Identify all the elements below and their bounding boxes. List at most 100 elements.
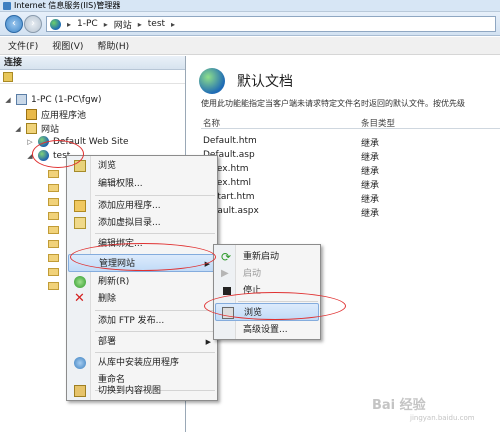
separator-arrow-icon: ▸ [171,19,176,29]
tree-item-label: Default Web Site [53,136,129,147]
tree-item-label: 1-PC (1-PC\fgw) [31,94,102,105]
menu-item-manage-website[interactable]: 管理网站 ▶ [68,254,217,272]
add-virtual-directory-icon [74,217,86,229]
page-title: 默认文档 [237,74,293,90]
website-globe-icon [38,136,49,147]
table-row[interactable]: Default.htm 继承 [201,136,500,150]
breadcrumb-item[interactable]: test [148,19,165,29]
entry-type: 继承 [361,167,380,177]
separator-arrow-icon: ▸ [137,19,142,29]
connections-header: 连接 [0,56,185,70]
menu-item-add-ftp[interactable]: 添加 FTP 发布... [68,312,217,330]
menu-item-browse[interactable]: 浏览 [68,157,217,175]
menu-item-install-from-gallery[interactable]: 从库中安装应用程序 [68,354,217,372]
folder-icon[interactable] [48,254,59,262]
submenu-arrow-icon: ▶ [204,260,210,268]
menu-item-delete[interactable]: ✕ 删除 [68,290,217,308]
separator-arrow-icon: ▸ [67,19,72,29]
entry-type: 继承 [361,139,380,149]
browse-icon [74,160,86,172]
delete-x-icon: ✕ [74,291,85,306]
entry-type: 继承 [361,195,380,205]
connect-icon[interactable] [3,72,13,82]
tree-item-default-web-site[interactable]: ▷ Default Web Site [26,136,129,147]
table-header: 名称 条目类型 [201,116,500,129]
restart-icon: ⟳ [221,250,232,264]
menu-item-edit-bindings[interactable]: 编辑绑定... [68,235,217,253]
forward-button[interactable]: › [24,15,42,33]
tree-item-app-pools[interactable]: 应用程序池 [14,108,86,121]
table-row[interactable]: default.aspx 继承 [201,206,500,220]
server-icon [16,94,27,105]
connections-toolbar [0,70,185,84]
tree-item-label: 应用程序池 [41,111,87,121]
separator-arrow-icon: ▸ [103,19,108,29]
menu-item-refresh[interactable]: 刷新(R) [68,273,217,291]
refresh-icon [74,276,86,288]
menu-view[interactable]: 视图(V) [52,39,83,52]
gallery-icon [74,357,86,369]
address-bar: ‹ › ▸ 1-PC ▸ 网站 ▸ test ▸ [0,12,500,36]
manage-website-submenu: ⟳ 重新启动 ▶ 启动 停止 浏览 高级设置... [213,244,321,340]
menu-item-add-virtual-directory[interactable]: 添加虚拟目录... [68,214,217,232]
table-row[interactable]: index.html 继承 [201,178,500,192]
window-titlebar: Internet 信息服务(IIS)管理器 [0,0,500,12]
tree-item-server[interactable]: ◢ 1-PC (1-PC\fgw) [4,94,102,105]
table-row[interactable]: Default.asp 继承 [201,150,500,164]
collapse-icon[interactable]: ◢ [26,152,34,160]
folder-icon[interactable] [48,240,59,248]
table-row[interactable]: iisstart.htm 继承 [201,192,500,206]
folder-icon[interactable] [48,282,59,290]
column-header-type[interactable]: 条目类型 [361,117,395,129]
sites-folder-icon [26,123,37,134]
iis-app-icon [3,2,11,10]
column-header-name[interactable]: 名称 [203,117,220,129]
entry-type: 继承 [361,181,380,191]
menu-item-content-view[interactable]: 切换到内容视图 [68,382,217,400]
folder-icon[interactable] [48,268,59,276]
submenu-item-advanced-settings[interactable]: 高级设置... [215,321,319,339]
stop-icon [223,287,231,295]
submenu-item-browse[interactable]: 浏览 [215,303,319,321]
back-button[interactable]: ‹ [5,15,23,33]
default-document-icon [199,68,225,94]
entry-type: 继承 [361,153,380,163]
folder-icon[interactable] [48,198,59,206]
menu-file[interactable]: 文件(F) [8,39,38,52]
tree-item-label: 网站 [41,125,60,135]
breadcrumb-item[interactable]: 1-PC [77,19,98,29]
start-play-icon: ▶ [221,268,229,279]
globe-icon [50,18,61,30]
menu-bar: 文件(F) 视图(V) 帮助(H) [0,37,500,55]
folder-icon[interactable] [48,226,59,234]
watermark-brand: Bai 经验 [372,398,426,413]
submenu-item-stop[interactable]: 停止 [215,282,319,300]
submenu-arrow-icon: ▶ [205,338,211,346]
app-pool-icon [26,109,37,120]
window-title: Internet 信息服务(IIS)管理器 [14,1,121,10]
menu-help[interactable]: 帮助(H) [97,39,129,52]
breadcrumb[interactable]: ▸ 1-PC ▸ 网站 ▸ test ▸ [46,16,496,32]
folder-icon[interactable] [48,212,59,220]
menu-item-edit-permissions[interactable]: 编辑权限... [68,175,217,193]
expand-icon[interactable]: ▷ [26,138,34,146]
add-application-icon [74,200,86,212]
menu-item-deploy[interactable]: 部署 ▶ [68,333,217,351]
submenu-item-start: ▶ 启动 [221,268,262,279]
tree-item-test[interactable]: ◢ test [26,150,70,161]
doc-name: Default.htm [203,136,257,146]
tree-item-sites[interactable]: ◢ 网站 [14,122,59,135]
feature-description: 使用此功能能指定当客户端未请求特定文件名时返回的默认文件。按优先级 [201,99,465,108]
website-globe-icon [38,150,49,161]
folder-icon[interactable] [48,170,59,178]
collapse-icon[interactable]: ◢ [14,125,22,133]
menu-item-add-application[interactable]: 添加应用程序... [68,197,217,215]
content-view-icon [74,385,86,397]
collapse-icon[interactable]: ◢ [4,96,12,104]
table-row[interactable]: index.htm 继承 [201,164,500,178]
submenu-item-restart[interactable]: ⟳ 重新启动 [215,248,319,266]
watermark-url: jingyan.baidu.com [410,414,475,422]
folder-icon[interactable] [48,184,59,192]
breadcrumb-item[interactable]: 网站 [114,18,132,31]
browse-icon [222,307,234,319]
